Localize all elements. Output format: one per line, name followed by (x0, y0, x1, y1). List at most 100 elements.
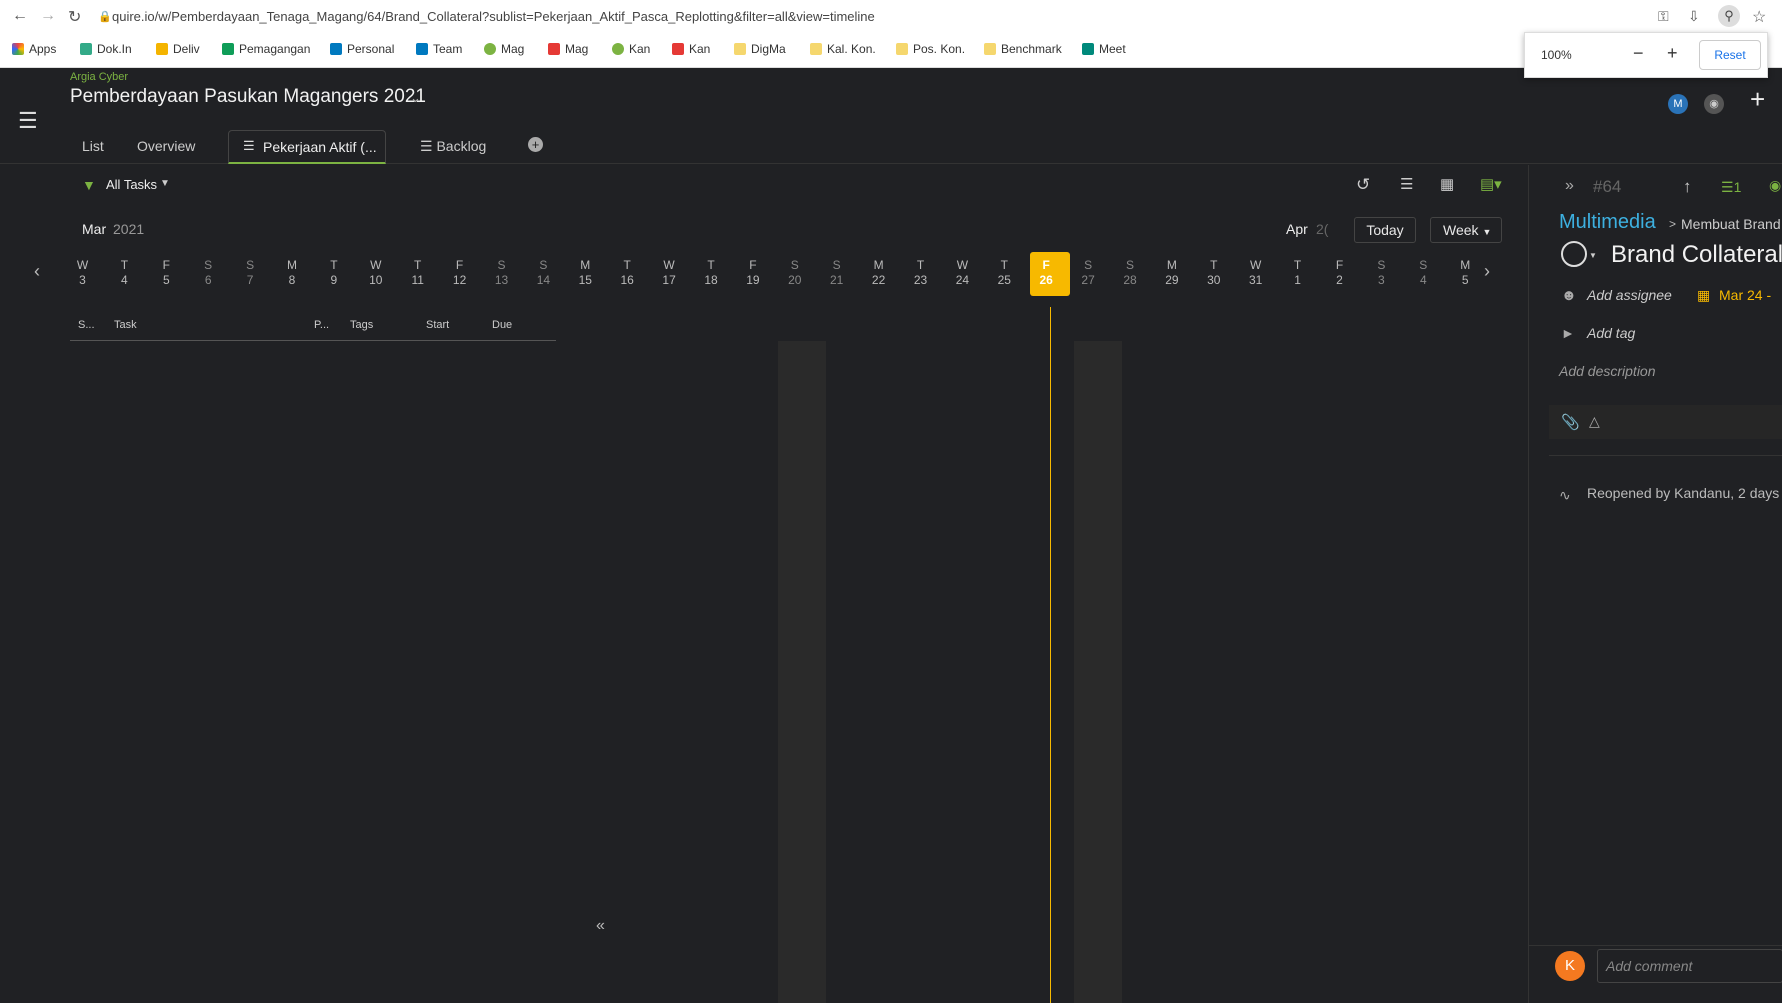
col-task[interactable]: Task (114, 319, 137, 331)
chevron-down-icon[interactable]: ⌄ (410, 90, 421, 106)
day-number: 5 (1461, 273, 1469, 287)
subtask-count[interactable]: ☰1 (1721, 179, 1741, 196)
drive-icon[interactable]: △ (1589, 413, 1600, 430)
board-view-icon[interactable]: ▦ (1440, 175, 1454, 193)
bookmark-meet[interactable]: Meet (1082, 42, 1126, 56)
key-icon[interactable]: ⚿ (1658, 8, 1669, 25)
tab-list[interactable]: List (82, 138, 104, 154)
zoom-reset-button[interactable]: Reset (1699, 40, 1761, 70)
watch-icon[interactable]: ◉ (1769, 177, 1781, 194)
bookmark-pos-kon[interactable]: Pos. Kon. (896, 42, 965, 56)
col-priority[interactable]: P... (314, 319, 329, 331)
day-cell: M 22 (858, 258, 899, 288)
gantt-view-icon[interactable]: ▤▾ (1480, 175, 1502, 193)
bookmarks-bar: Apps Dok.In Deliv Pemagangan Personal Te… (0, 34, 1782, 68)
timeline-icon: ☰ (243, 138, 255, 153)
close-panel-icon[interactable]: » (1565, 177, 1574, 195)
chevron-down-icon[interactable]: ▼ (160, 178, 170, 189)
avatar[interactable]: M (1668, 94, 1688, 114)
list-view-icon[interactable]: ☰ (1400, 175, 1413, 193)
weekday-label: T (916, 258, 925, 272)
weekday-label: T (1000, 258, 1008, 272)
filter-icon[interactable]: ▼ (82, 177, 96, 193)
add-description[interactable]: Add description (1559, 363, 1656, 379)
tab-overview[interactable]: Overview (137, 138, 195, 154)
task-title[interactable]: Brand Collateral (1611, 241, 1782, 269)
day-number: 11 (411, 273, 424, 287)
day-number: 19 (746, 273, 760, 287)
weekday-label: M (580, 258, 591, 272)
today-button[interactable]: Today (1354, 217, 1416, 243)
month-label: Mar (82, 221, 107, 237)
org-name[interactable]: Argia Cyber (70, 71, 128, 83)
scale-dropdown[interactable]: Week ▼ (1430, 217, 1502, 243)
due-date[interactable]: Mar 24 - (1719, 287, 1771, 303)
bookmark-deliv[interactable]: Deliv (156, 42, 200, 56)
collapse-panel-icon[interactable]: « (596, 917, 605, 935)
day-cell: T1 (1277, 258, 1318, 288)
comment-input[interactable]: Add comment (1597, 949, 1782, 983)
address-bar[interactable]: quire.io/w/Pemberdayaan_Tenaga_Magang/64… (112, 9, 875, 24)
day-cell: W3 (62, 258, 103, 288)
day-cell: T 25 (984, 258, 1025, 288)
bookmark-personal[interactable]: Personal (330, 42, 394, 56)
bookmark-benchmark[interactable]: Benchmark (984, 42, 1062, 56)
prev-week-icon[interactable]: ‹ (34, 261, 40, 282)
col-due[interactable]: Due (492, 319, 512, 331)
reload-icon[interactable]: ↻ (68, 7, 81, 27)
bookmark-team[interactable]: Team (416, 42, 462, 56)
bookmark-dokin[interactable]: Dok.In (80, 42, 132, 56)
zoom-popup: 100% − + Reset (1524, 32, 1768, 78)
breadcrumb-parent[interactable]: Membuat Brand (1681, 216, 1781, 232)
tab-backlog[interactable]: ☰ Backlog (420, 138, 486, 155)
bookmark-kan-1[interactable]: Kan (612, 42, 650, 56)
tab-pekerjaan-aktif[interactable]: ☰ Pekerjaan Aktif (... (228, 130, 386, 164)
day-cell: M5 (1445, 258, 1486, 288)
status-circle-icon[interactable] (1561, 241, 1587, 267)
zoom-in-button[interactable]: + (1667, 43, 1678, 64)
bookmark-apps[interactable]: Apps (12, 42, 56, 56)
menu-icon[interactable]: ☰ (18, 108, 38, 134)
bookmark-kan-2[interactable]: Kan (672, 42, 710, 56)
bookmark-mag-1[interactable]: Mag (484, 42, 524, 56)
today-line (1050, 307, 1051, 1003)
weekday-label: T (623, 258, 631, 272)
bookmark-mag-2[interactable]: Mag (548, 42, 588, 56)
bookmark-digma[interactable]: DigMa (734, 42, 786, 56)
add-icon[interactable]: + (1750, 84, 1765, 115)
bookmark-kal-kon[interactable]: Kal. Kon. (810, 42, 876, 56)
day-cell: T 11 (397, 258, 438, 288)
weekday-label: S (1419, 258, 1428, 272)
day-number: 5 (162, 273, 170, 287)
paperclip-icon[interactable]: 📎 (1561, 413, 1580, 431)
weekday-label: W (1250, 258, 1262, 272)
install-icon[interactable]: ⇩ (1688, 8, 1700, 25)
weekday-label: F (1335, 258, 1344, 272)
project-title[interactable]: Pemberdayaan Pasukan Magangers 2021 (70, 86, 426, 108)
col-tags[interactable]: Tags (350, 319, 373, 331)
back-icon[interactable]: ← (12, 7, 28, 25)
day-number: 15 (578, 273, 592, 287)
day-number: 9 (330, 273, 338, 287)
weekday-label: M (873, 258, 884, 272)
add-view-icon[interactable]: + (528, 137, 543, 152)
chevron-down-icon[interactable]: ▼ (1589, 251, 1597, 260)
filter-dropdown[interactable]: All Tasks (106, 177, 157, 192)
zoom-out-button[interactable]: − (1633, 43, 1644, 64)
column-headers: S... Task P... Tags Start Due (70, 307, 556, 341)
star-icon[interactable]: ☆ (1752, 7, 1766, 27)
globe-icon[interactable]: ◉ (1704, 94, 1724, 114)
col-start[interactable]: Start (426, 319, 449, 331)
undo-icon[interactable]: ↺ (1356, 175, 1370, 195)
bookmark-pemagangan[interactable]: Pemagangan (222, 42, 310, 56)
zoom-icon[interactable]: ⚲ (1718, 5, 1740, 27)
forward-icon[interactable]: → (40, 7, 56, 25)
add-tag[interactable]: Add tag (1587, 325, 1635, 341)
add-assignee[interactable]: Add assignee (1587, 287, 1672, 303)
up-arrow-icon[interactable]: ↑ (1683, 177, 1692, 197)
day-cell: T 18 (691, 258, 732, 288)
person-icon: ☻ (1561, 287, 1577, 304)
col-status[interactable]: S... (78, 319, 95, 331)
day-cell: F 26 (1026, 258, 1067, 288)
breadcrumb-section[interactable]: Multimedia (1559, 211, 1656, 234)
